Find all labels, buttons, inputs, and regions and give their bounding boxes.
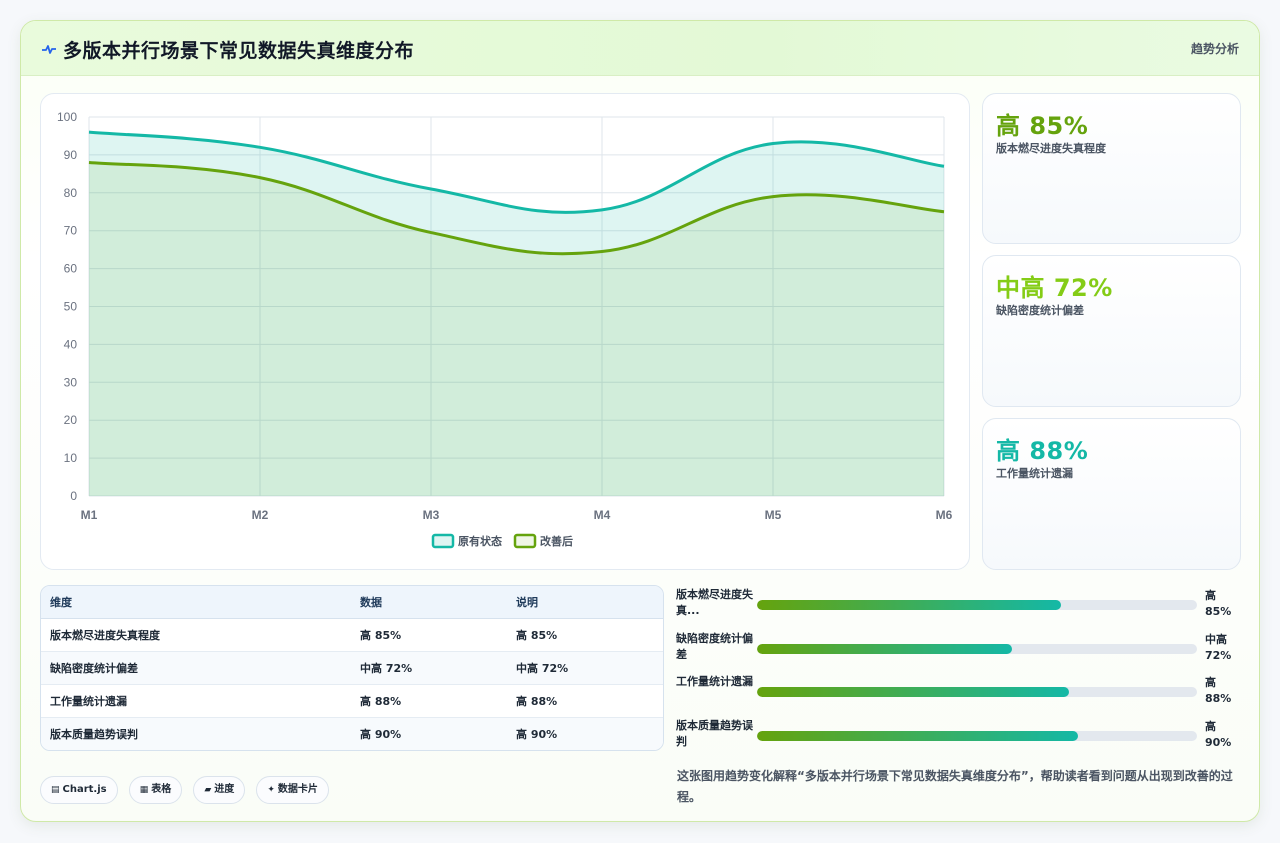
column-header: 维度 (41, 586, 351, 619)
x-tick-label: M3 (423, 508, 440, 522)
pulse-icon (42, 45, 56, 54)
table-row: 版本质量趋势误判 高 90% 高 90% (41, 717, 663, 750)
progress-row: 版本燃尽进度失真... 高 85% (676, 587, 1246, 627)
table-cell: 高 85% (507, 618, 663, 652)
x-tick-label: M4 (594, 508, 611, 522)
x-tick-label: M2 (252, 508, 269, 522)
progress-label: 版本质量趋势误判 (676, 719, 753, 748)
table-header-row: 维度 数据 说明 (41, 586, 663, 619)
y-tick-label: 70 (64, 224, 78, 238)
table-cell: 高 90% (360, 727, 402, 741)
chip-chartjs[interactable]: ▤ Chart.js (40, 776, 118, 804)
chart-description: 这张图用趋势变化解释“多版本并行场景下常见数据失真维度分布”，帮助读者看到问题从… (677, 769, 1233, 804)
table-cell: 高 88% (507, 684, 663, 718)
table-cell: 中高 72% (351, 651, 507, 685)
table-cell: 高 90% (516, 727, 558, 741)
progress-track (757, 600, 1197, 610)
y-tick-label: 20 (64, 413, 78, 427)
progress-track (757, 687, 1197, 697)
y-tick-label: 90 (64, 148, 78, 162)
chip-label: 进度 (214, 784, 235, 795)
table-cell: 缺陷密度统计偏差 (41, 651, 351, 685)
legend-swatch (431, 533, 455, 549)
progress-track (757, 731, 1197, 741)
tech-chips: ▤ Chart.js ▦ 表格 ▰ 进度 ✦ 数据卡片 (40, 776, 335, 806)
stat-label: 版本燃尽进度失真程度 (996, 142, 1106, 155)
progress-fill (757, 687, 1070, 697)
sparkle-icon: ✦ (267, 785, 275, 795)
progress-fill (757, 644, 1013, 654)
stat-card-workload: 高 88% 工作量统计遗漏 (982, 418, 1241, 570)
stat-value: 高 85% (996, 112, 1089, 140)
progress-icon: ▰ (204, 785, 212, 795)
legend-label: 原有状态 (458, 534, 502, 548)
y-tick-label: 10 (64, 451, 78, 465)
area-chart: 0 10 20 30 40 50 60 70 80 90 100 M1 M2 M3 M4 M5 M6 原有状态 改… (57, 110, 953, 549)
x-tick-label: M6 (936, 508, 953, 522)
stat-card-burndown: 高 85% 版本燃尽进度失真程度 (982, 93, 1241, 244)
table-cell: 中高 72% (507, 651, 663, 685)
table-row: 版本燃尽进度失真程度 高 85% 高 85% (41, 618, 663, 652)
legend-swatch (513, 533, 537, 549)
header-bar: 多版本并行场景下常见数据失真维度分布 趋势分析 (21, 21, 1259, 76)
stat-value: 高 88% (996, 437, 1089, 465)
progress-row: 版本质量趋势误判 高 90% (676, 718, 1246, 758)
progress-value: 中高 72% (1205, 633, 1232, 662)
table-cell: 高 88% (351, 684, 507, 718)
y-tick-label: 80 (64, 186, 78, 200)
page-title: 多版本并行场景下常见数据失真维度分布 (63, 40, 415, 62)
table-icon: ▦ (139, 785, 149, 795)
progress-fill (757, 731, 1079, 741)
table-cell: 版本质量趋势误判 (50, 727, 138, 741)
progress-value: 高 90% (1205, 720, 1232, 749)
progress-row: 缺陷密度统计偏差 中高 72% (676, 631, 1246, 671)
progress-list: 版本燃尽进度失真... 高 85% 缺陷密度统计偏差 中高 72% 工作量统计遗… (676, 585, 1246, 755)
data-table-card: 维度 数据 说明 版本燃尽进度失真程度 高 85% 高 85% 缺陷密度统计偏差… (40, 585, 664, 751)
stat-value: 中高 72% (996, 274, 1113, 302)
table-cell: 工作量统计遗漏 (41, 684, 351, 718)
chip-table[interactable]: ▦ 表格 (128, 776, 183, 804)
table-row: 缺陷密度统计偏差 中高 72% 中高 72% (41, 651, 663, 685)
progress-label: 版本燃尽进度失真... (676, 588, 753, 617)
stat-label: 工作量统计遗漏 (996, 467, 1073, 480)
y-tick-label: 30 (64, 375, 78, 389)
y-tick-label: 40 (64, 337, 78, 351)
dashboard-panel: 多版本并行场景下常见数据失真维度分布 趋势分析 0 10 20 30 40 50 60 70 8… (20, 20, 1260, 822)
chart-icon: ▤ (51, 785, 60, 795)
column-header: 数据 (351, 586, 507, 619)
area-chart-card: 0 10 20 30 40 50 60 70 80 90 100 M1 M2 M3 M4 M5 M6 原有状态 改… (40, 93, 970, 570)
legend-label: 改善后 (540, 534, 573, 548)
progress-label: 缺陷密度统计偏差 (676, 632, 753, 661)
progress-row: 工作量统计遗漏 高 88% (676, 674, 1246, 714)
y-tick-label: 0 (70, 489, 77, 503)
chip-label: 数据卡片 (277, 784, 318, 795)
progress-value: 高 85% (1205, 589, 1232, 618)
table-row: 工作量统计遗漏 高 88% 高 88% (41, 684, 663, 718)
data-table: 维度 数据 说明 版本燃尽进度失真程度 高 85% 高 85% 缺陷密度统计偏差… (41, 586, 663, 750)
y-tick-label: 60 (64, 262, 78, 276)
x-tick-label: M1 (81, 508, 98, 522)
chip-progress[interactable]: ▰ 进度 (193, 776, 246, 804)
progress-label: 工作量统计遗漏 (676, 675, 753, 688)
table-cell: 高 85% (351, 618, 507, 652)
chip-data-card[interactable]: ✦ 数据卡片 (256, 776, 329, 804)
y-tick-label: 100 (57, 110, 77, 124)
stat-label: 缺陷密度统计偏差 (996, 304, 1084, 317)
progress-fill (757, 600, 1061, 610)
progress-track (757, 644, 1197, 654)
progress-value: 高 88% (1205, 676, 1232, 705)
table-cell: 版本燃尽进度失真程度 (41, 618, 351, 652)
chip-label: 表格 (151, 784, 172, 795)
chip-label: Chart.js (62, 784, 107, 795)
y-tick-label: 50 (64, 300, 78, 314)
trend-analysis-link[interactable]: 趋势分析 (1191, 40, 1239, 57)
column-header: 说明 (507, 586, 663, 619)
x-tick-label: M5 (765, 508, 782, 522)
stat-card-defect-density: 中高 72% 缺陷密度统计偏差 (982, 255, 1241, 407)
